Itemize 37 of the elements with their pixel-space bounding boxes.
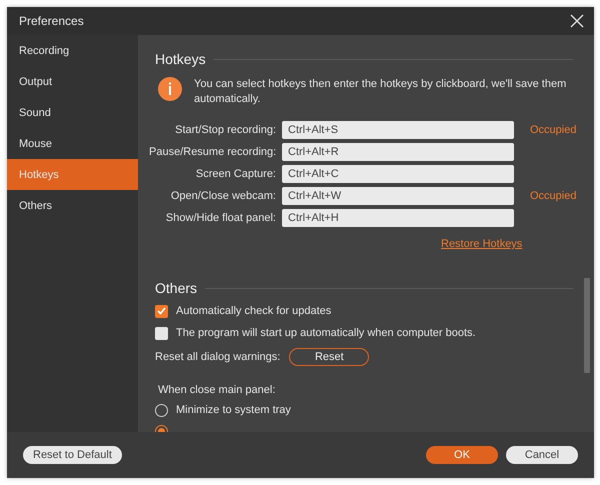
- occupied-status: Occupied: [530, 190, 576, 202]
- checkbox-label: Automatically check for updates: [176, 305, 332, 317]
- ok-button[interactable]: OK: [426, 446, 498, 464]
- hotkey-label: Open/Close webcam:: [170, 190, 276, 202]
- reset-button[interactable]: Reset: [289, 348, 370, 366]
- section-title: Hotkeys: [155, 51, 206, 67]
- reset-to-default-button[interactable]: Reset to Default: [23, 446, 122, 464]
- hotkey-field[interactable]: Ctrl+Alt+C: [282, 165, 514, 183]
- hotkey-label: Screen Capture:: [194, 168, 276, 180]
- restore-hotkeys-link[interactable]: Restore Hotkeys: [441, 238, 522, 250]
- sidebar-item[interactable]: Recording: [7, 35, 138, 66]
- hotkey-label: Start/Stop recording:: [174, 124, 276, 136]
- checkbox[interactable]: [155, 326, 168, 340]
- sidebar-item[interactable]: Others: [7, 190, 138, 221]
- window-title: Preferences: [19, 14, 84, 28]
- hotkey-label: Show/Hide float panel:: [164, 212, 276, 224]
- info-icon: [158, 77, 182, 101]
- checkbox[interactable]: [155, 304, 168, 318]
- hotkey-field[interactable]: Ctrl+Alt+H: [282, 209, 514, 227]
- hotkey-field[interactable]: Ctrl+Alt+W: [282, 187, 514, 205]
- hotkey-field[interactable]: Ctrl+Alt+S: [282, 121, 514, 139]
- reset-label: Reset all dialog warnings:: [155, 351, 280, 363]
- occupied-status: Occupied: [530, 124, 576, 136]
- sidebar-item[interactable]: Mouse: [7, 128, 138, 159]
- sidebar-item[interactable]: Sound: [7, 97, 138, 128]
- info-text: You can select hotkeys then enter the hotkeys by clickboard, we'll save them automatically.: [194, 77, 568, 107]
- radio-button[interactable]: [155, 404, 168, 416]
- scrollbar[interactable]: [584, 278, 590, 373]
- section-title: Others: [155, 280, 198, 296]
- checkbox-label: The program will start up automatically when computer boots.: [176, 327, 476, 339]
- hotkey-field[interactable]: Ctrl+Alt+R: [282, 143, 514, 161]
- radio-label: Minimize to system tray: [176, 404, 291, 416]
- sidebar-item[interactable]: Output: [7, 66, 138, 97]
- close-icon[interactable]: [570, 14, 584, 28]
- hotkey-label: Pause/Resume recording:: [149, 146, 276, 158]
- close-panel-label: When close main panel:: [158, 384, 276, 396]
- cancel-button[interactable]: Cancel: [506, 446, 578, 464]
